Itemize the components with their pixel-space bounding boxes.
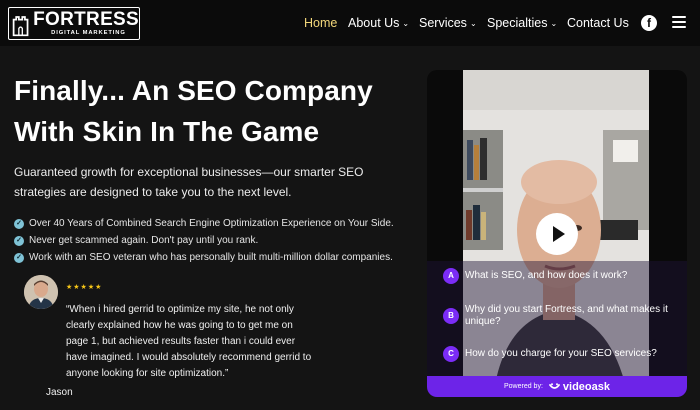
nav-contact-us[interactable]: Contact Us	[567, 16, 629, 30]
nav-services-label: Services	[419, 16, 467, 30]
question-option-c[interactable]: C How do you charge for your SEO service…	[443, 346, 678, 362]
chevron-down-icon: ⌄	[469, 19, 477, 28]
videoask-logo-icon	[549, 382, 560, 389]
list-item: ✓ Never get scammed again. Don't pay unt…	[14, 232, 414, 249]
brand-name: FORTRESS	[33, 9, 139, 30]
check-icon: ✓	[14, 252, 24, 263]
nav-specialties-label: Specialties	[487, 16, 548, 30]
list-item-text: Over 40 Years of Combined Search Engine …	[29, 218, 394, 229]
option-letter: A	[443, 268, 459, 284]
videoask-brand: videoask	[562, 380, 610, 393]
hero-headline: Finally... An SEO Company With Skin In T…	[14, 75, 373, 147]
option-letter: B	[443, 308, 459, 324]
powered-by-bar[interactable]: Powered by: videoask	[427, 376, 687, 397]
facebook-icon[interactable]: f	[641, 15, 657, 31]
nav-home[interactable]: Home	[304, 16, 337, 30]
check-icon: ✓	[14, 218, 24, 229]
option-text: What is SEO, and how does it work?	[465, 270, 628, 281]
list-item-text: Never get scammed again. Don't pay until…	[29, 235, 259, 246]
option-text: Why did you start Fortress, and what mak…	[465, 304, 668, 327]
option-letter: C	[443, 346, 459, 362]
option-text: How do you charge for your SEO services?	[465, 348, 657, 359]
check-icon: ✓	[14, 235, 24, 246]
brand-tagline: DIGITAL MARKETING	[51, 30, 126, 36]
powered-by-label: Powered by:	[503, 383, 543, 390]
chevron-down-icon: ⌄	[550, 19, 558, 28]
testimonial-quote: “When i hired gerrid to optimize my site…	[66, 304, 312, 379]
castle-icon	[12, 15, 29, 36]
chevron-down-icon: ⌄	[402, 19, 410, 28]
play-button[interactable]	[536, 213, 578, 255]
star-rating: ★★★★★	[66, 284, 103, 291]
nav-about-us-label: About Us	[348, 16, 400, 30]
nav-specialties[interactable]: Specialties ⌄	[487, 16, 557, 30]
list-item: ✓ Work with an SEO veteran who has perso…	[14, 249, 414, 266]
question-option-b[interactable]: B Why did you start Fortress, and what m…	[443, 304, 678, 328]
nav-services[interactable]: Services ⌄	[419, 16, 477, 30]
list-item: ✓ Over 40 Years of Combined Search Engin…	[14, 215, 414, 232]
reviewer-name: Jason	[46, 387, 73, 398]
question-option-a[interactable]: A What is SEO, and how does it work?	[443, 268, 678, 284]
list-item-text: Work with an SEO veteran who has persona…	[29, 252, 393, 263]
nav-about-us[interactable]: About Us ⌄	[348, 16, 409, 30]
play-icon	[553, 226, 565, 242]
fortress-logo[interactable]: FORTRESS DIGITAL MARKETING	[8, 7, 140, 40]
top-navigation: FORTRESS DIGITAL MARKETING Home About Us…	[0, 0, 700, 46]
videoask-widget[interactable]: A What is SEO, and how does it work? B W…	[427, 70, 687, 397]
reviewer-avatar	[24, 275, 58, 309]
menu-icon[interactable]	[672, 16, 686, 30]
hero-subheading: Guaranteed growth for exceptional busine…	[14, 165, 364, 199]
feature-list: ✓ Over 40 Years of Combined Search Engin…	[14, 215, 414, 266]
